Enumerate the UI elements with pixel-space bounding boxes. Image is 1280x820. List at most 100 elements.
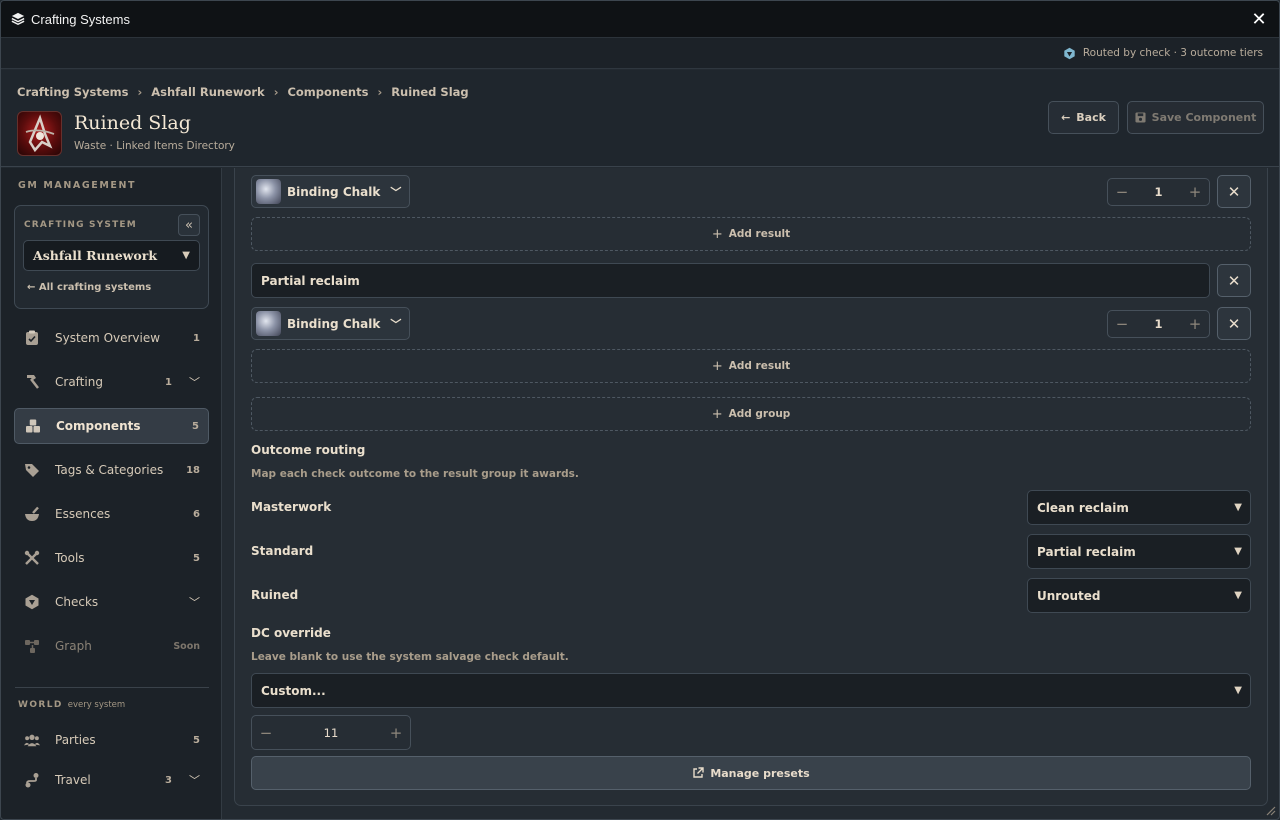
add-group-button[interactable]: + Add group (251, 397, 1251, 431)
crafting-system-label: CRAFTING SYSTEM (24, 220, 137, 230)
quantity-stepper: − 1 + (1107, 178, 1210, 206)
back-button[interactable]: ← Back (1048, 101, 1119, 134)
floppy-disk-icon (1135, 112, 1146, 123)
page-subtitle: Waste · Linked Items Directory (74, 140, 235, 152)
minus-icon[interactable]: − (1108, 183, 1136, 201)
close-icon[interactable]: ✕ (1249, 9, 1269, 30)
result-item-select[interactable]: Binding Chalk ﹀ (251, 175, 411, 208)
caret-down-icon: ▼ (1234, 502, 1242, 513)
outcome-group-select[interactable]: Clean reclaim ▼ (1027, 490, 1251, 525)
minus-icon[interactable]: − (1108, 315, 1136, 333)
sidebar-item-label: Graph (55, 639, 92, 653)
sidebar-item-label: Components (56, 419, 141, 433)
back-label: Back (1076, 111, 1106, 124)
add-result-label: Add result (728, 360, 791, 372)
window-title: Crafting Systems (31, 11, 130, 27)
add-result-button[interactable]: + Add result (251, 349, 1251, 383)
count-badge: 18 (186, 464, 200, 476)
sidebar-item-parties[interactable]: Parties 5 (14, 722, 209, 758)
quantity-value[interactable]: 1 (1154, 185, 1162, 199)
collapse-sidebar-button[interactable]: « (178, 214, 200, 236)
sidebar-item-checks[interactable]: Checks ﹀ (14, 584, 209, 620)
plus-icon: + (711, 406, 723, 422)
sidebar: GM MANAGEMENT CRAFTING SYSTEM « Ashfall … (1, 168, 222, 819)
crafting-system-select[interactable]: Ashfall Runework ▼ (23, 240, 200, 271)
dc-override-description: Leave blank to use the system salvage ch… (251, 651, 569, 663)
add-group-label: Add group (728, 408, 791, 420)
app-window: Crafting Systems ✕ Routed by check · 3 o… (0, 0, 1280, 820)
outcome-group-select[interactable]: Unrouted ▼ (1027, 578, 1251, 613)
graph-icon (24, 638, 40, 654)
save-component-button[interactable]: Save Component (1127, 101, 1264, 134)
hexagon-dice-icon (1064, 47, 1075, 59)
breadcrumb-crafting-systems[interactable]: Crafting Systems (17, 85, 129, 99)
count-badge: 5 (192, 420, 199, 432)
sidebar-item-graph: Graph Soon (14, 628, 209, 664)
sidebar-item-travel[interactable]: Travel 3 ﹀ (14, 762, 209, 798)
boxes-icon (25, 418, 41, 434)
breadcrumb-ashfall-runework[interactable]: Ashfall Runework (151, 85, 264, 99)
result-item-name: Binding Chalk (287, 184, 381, 199)
manage-presets-button[interactable]: Manage presets (251, 756, 1251, 790)
chevron-down-icon[interactable]: ﹀ (189, 374, 200, 390)
remove-result-button[interactable]: ✕ (1217, 175, 1251, 208)
manage-presets-label: Manage presets (710, 766, 810, 780)
result-item-name: Binding Chalk (287, 316, 381, 331)
outcome-group-value: Unrouted (1037, 588, 1101, 603)
quantity-value[interactable]: 1 (1154, 317, 1162, 331)
dc-override-title: DC override (251, 626, 331, 640)
sidebar-item-essences[interactable]: Essences 6 (14, 496, 209, 532)
group-name-field[interactable]: Partial reclaim (251, 263, 1210, 298)
remove-group-button[interactable]: ✕ (1217, 264, 1251, 297)
all-crafting-systems-link[interactable]: ← All crafting systems (27, 282, 151, 293)
slag-rune-icon (25, 114, 55, 153)
crafting-system-picker: CRAFTING SYSTEM « Ashfall Runework ▼ ← A… (14, 205, 209, 309)
result-item-select[interactable]: Binding Chalk ﹀ (251, 307, 411, 340)
sidebar-item-components[interactable]: Components 5 (14, 408, 209, 444)
sidebar-item-label: Checks (55, 595, 99, 609)
crafting-system-value: Ashfall Runework (33, 248, 158, 263)
chevron-down-icon[interactable]: ﹀ (189, 594, 200, 610)
sidebar-item-tags-categories[interactable]: Tags & Categories 18 (14, 452, 209, 488)
mortar-pestle-icon (24, 506, 40, 522)
hammer-icon (24, 374, 40, 390)
routing-status-bar: Routed by check · 3 outcome tiers (1, 38, 1279, 69)
outcome-routing-title: Outcome routing (251, 443, 366, 457)
add-result-button[interactable]: + Add result (251, 217, 1251, 251)
users-icon (24, 732, 40, 748)
group-name-value: Partial reclaim (261, 273, 360, 288)
sidebar-item-system-overview[interactable]: System Overview 1 (14, 320, 209, 356)
caret-down-icon: ▼ (1234, 590, 1242, 601)
resize-handle-icon[interactable] (1264, 804, 1276, 816)
count-badge: 1 (165, 376, 172, 388)
page-header: Crafting Systems › Ashfall Runework › Co… (1, 70, 1279, 167)
breadcrumb-components[interactable]: Components (287, 85, 368, 99)
dc-stepper: − 11 + (251, 715, 411, 750)
dc-override-select[interactable]: Custom... ▼ (251, 673, 1251, 708)
chevron-down-icon[interactable]: ﹀ (189, 772, 200, 788)
outcome-label: Standard (251, 544, 314, 558)
chalk-icon (256, 179, 281, 204)
layers-icon (11, 12, 25, 26)
dc-value[interactable]: 11 (324, 726, 339, 740)
plus-icon[interactable]: + (1181, 183, 1209, 201)
breadcrumb-current: Ruined Slag (391, 85, 469, 99)
quantity-stepper: − 1 + (1107, 310, 1210, 338)
sidebar-item-crafting[interactable]: Crafting 1 ﹀ (14, 364, 209, 400)
sidebar-divider (15, 687, 209, 688)
world-heading-sub: every system (67, 700, 126, 710)
outcome-routing-description: Map each check outcome to the result gro… (251, 468, 579, 480)
plus-icon[interactable]: + (382, 724, 410, 742)
title-bar: Crafting Systems ✕ (1, 1, 1279, 38)
soon-badge: Soon (173, 640, 200, 652)
arrow-left-icon: ← (1061, 111, 1071, 124)
remove-result-button[interactable]: ✕ (1217, 307, 1251, 340)
plus-icon[interactable]: + (1181, 315, 1209, 333)
external-link-icon (693, 767, 705, 778)
outcome-group-select[interactable]: Partial reclaim ▼ (1027, 534, 1251, 569)
sidebar-item-tools[interactable]: Tools 5 (14, 540, 209, 576)
close-icon: ✕ (1227, 314, 1241, 333)
minus-icon[interactable]: − (252, 724, 280, 742)
dc-override-select-value: Custom... (261, 683, 326, 698)
count-badge: 5 (193, 734, 200, 746)
